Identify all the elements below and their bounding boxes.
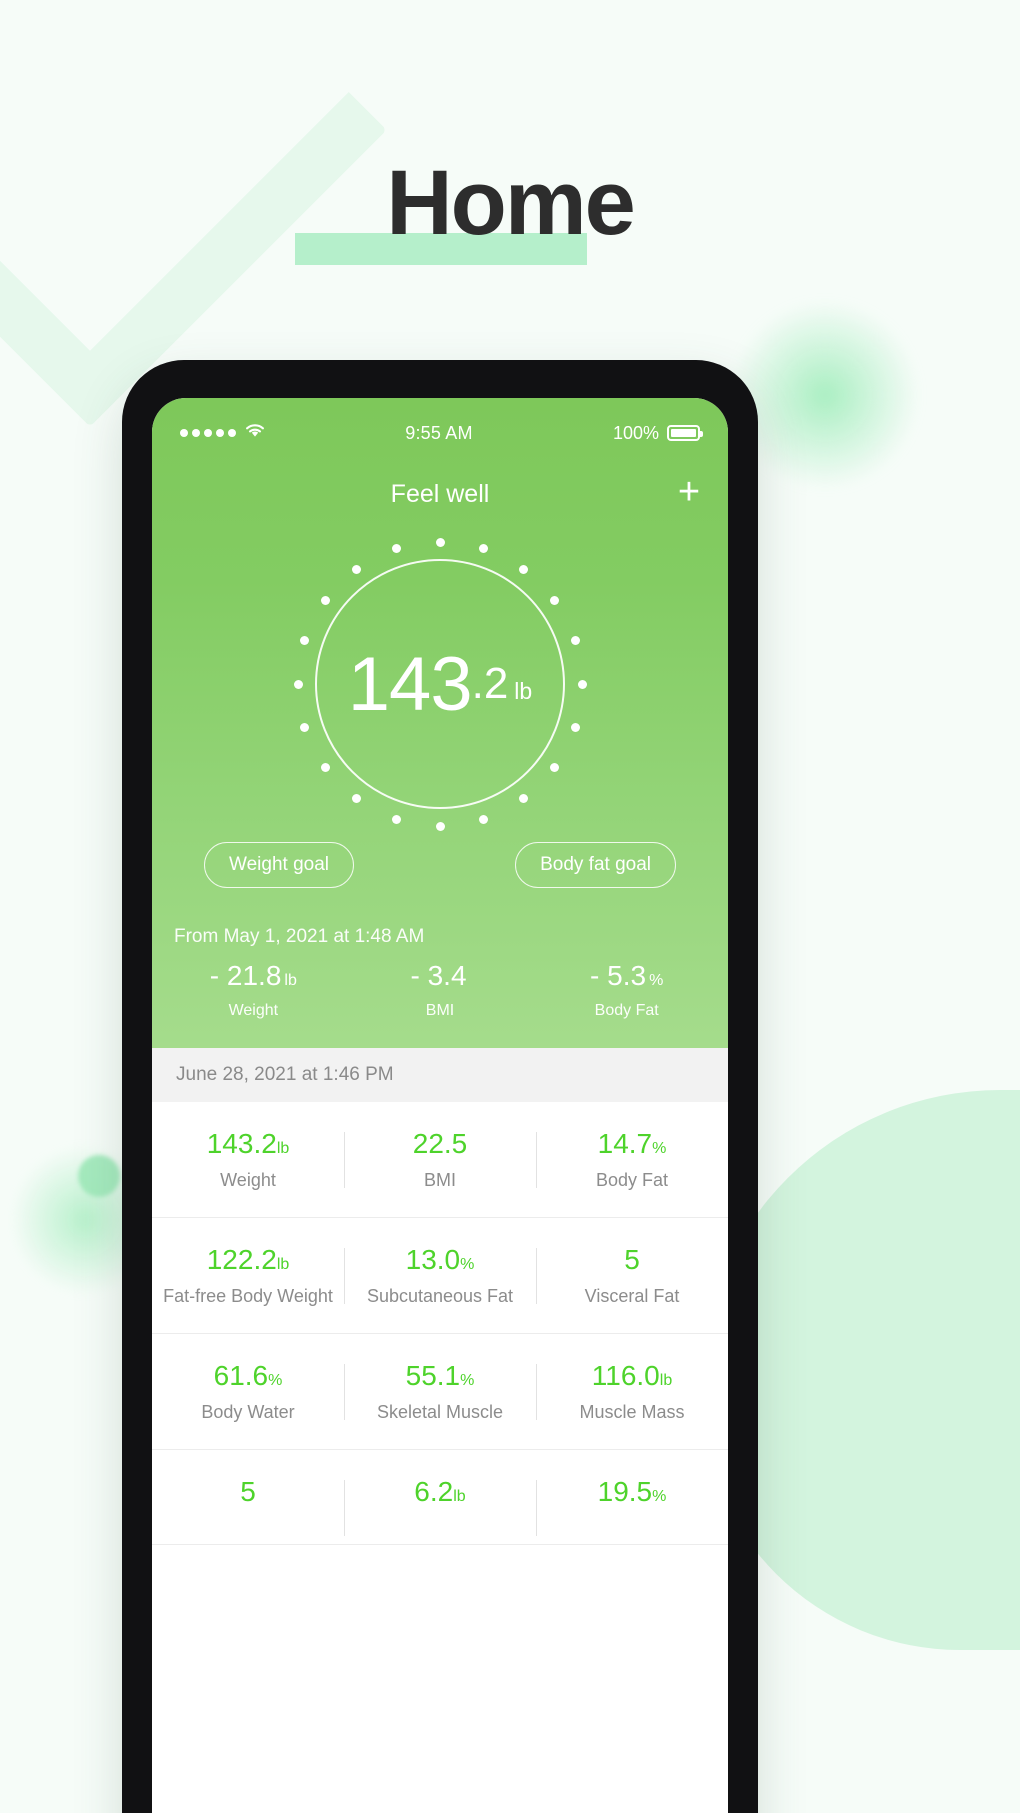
metric-unit: % bbox=[652, 1488, 667, 1505]
battery-full-icon bbox=[667, 425, 703, 441]
metric-unit: % bbox=[460, 1372, 475, 1389]
metric-unit: lb bbox=[276, 1140, 290, 1157]
metric-cell[interactable]: 14.7% Body Fat bbox=[536, 1128, 728, 1191]
metric-value: 5 bbox=[624, 1244, 640, 1275]
phone-frame: 9:55 AM 100% Feel well + 143 .2 lb Weigh… bbox=[122, 360, 758, 1813]
metric-label: Skeletal Muscle bbox=[376, 1402, 504, 1422]
metric-value: 22.5 bbox=[412, 1128, 468, 1159]
metric-cell[interactable]: 5 Visceral Fat bbox=[536, 1244, 728, 1307]
metric-label: Weight bbox=[220, 1170, 276, 1190]
metric-unit: % bbox=[652, 1140, 667, 1157]
delta-value: - 5.3% bbox=[533, 960, 720, 992]
measurement-date: June 28, 2021 at 1:46 PM bbox=[152, 1048, 728, 1102]
metric-cell[interactable]: 116.0lb Muscle Mass bbox=[536, 1360, 728, 1423]
metric-label: BMI bbox=[423, 1170, 456, 1190]
metric-cell[interactable]: 55.1% Skeletal Muscle bbox=[344, 1360, 536, 1423]
wifi-icon bbox=[245, 423, 265, 443]
weight-integer: 143 bbox=[347, 641, 473, 727]
metric-cell[interactable]: 143.2lb Weight bbox=[152, 1128, 344, 1191]
battery-percent-label: 100% bbox=[612, 422, 659, 443]
metric-value: 116.0lb bbox=[591, 1360, 673, 1391]
background-dot-left bbox=[78, 1155, 120, 1197]
weight-dial: 143 .2 lb bbox=[290, 534, 590, 834]
page-root: Home 9:55 AM 100% Feel well + 143 .2 lb … bbox=[0, 0, 1020, 1813]
metric-value: 61.6% bbox=[213, 1360, 283, 1391]
metric-label: Fat-free Body Weight bbox=[163, 1286, 333, 1306]
status-bar-time: 9:55 AM bbox=[405, 422, 473, 443]
weight-decimal: .2 bbox=[471, 659, 509, 708]
metric-value: 14.7% bbox=[597, 1128, 667, 1159]
metric-value: 19.5% bbox=[597, 1476, 667, 1507]
delta-label: Weight bbox=[228, 1002, 279, 1019]
metric-unit: lb bbox=[659, 1372, 673, 1389]
metric-cell[interactable]: 6.2lb bbox=[344, 1476, 536, 1536]
metric-value: 143.2lb bbox=[206, 1128, 290, 1159]
comparison-from-label: From May 1, 2021 at 1:48 AM bbox=[174, 926, 425, 947]
page-headline-wrapper: Home bbox=[0, 152, 1020, 265]
hero-panel: 9:55 AM 100% Feel well + 143 .2 lb Weigh… bbox=[152, 398, 728, 1048]
metric-cell[interactable]: 13.0% Subcutaneous Fat bbox=[344, 1244, 536, 1307]
status-bar: 9:55 AM 100% bbox=[152, 398, 728, 452]
body-fat-goal-button[interactable]: Body fat goal bbox=[515, 842, 676, 888]
metric-unit: lb bbox=[453, 1488, 466, 1505]
delta-label: Body Fat bbox=[594, 1002, 659, 1019]
metric-row: 61.6% Body Water 55.1% Skeletal Muscle 116.0… bbox=[152, 1334, 728, 1450]
metric-row: 5 6.2lb 19.5% bbox=[152, 1450, 728, 1545]
delta-unit: lb bbox=[284, 972, 297, 989]
delta-number: - 21.8 bbox=[209, 960, 282, 991]
metric-cell[interactable]: 19.5% bbox=[536, 1476, 728, 1536]
weight-unit: lb bbox=[514, 677, 533, 704]
hero-title: Feel well bbox=[390, 479, 490, 508]
delta-value: - 21.8 lb bbox=[160, 960, 347, 992]
metric-label: Muscle Mass bbox=[579, 1402, 685, 1422]
metric-label: Subcutaneous Fat bbox=[366, 1286, 514, 1306]
plus-icon[interactable]: + bbox=[672, 473, 706, 511]
comparison-delta-row: - 21.8 lb Weight - 3.4 BMI - 5.3% Body F… bbox=[152, 948, 728, 1042]
delta-cell-body-fat: - 5.3% Body Fat bbox=[533, 960, 720, 1020]
metric-unit: % bbox=[460, 1256, 475, 1273]
status-bar-left bbox=[180, 423, 265, 443]
metric-value: 6.2lb bbox=[414, 1476, 466, 1507]
signal-strength-icon bbox=[180, 429, 236, 437]
metric-cell[interactable]: 61.6% Body Water bbox=[152, 1360, 344, 1423]
hero-title-row: Feel well + bbox=[152, 466, 728, 522]
metric-label: Visceral Fat bbox=[584, 1286, 680, 1306]
delta-number: - 3.4 bbox=[410, 960, 467, 991]
delta-unit: % bbox=[649, 972, 664, 989]
metric-value: 13.0% bbox=[405, 1244, 475, 1275]
metric-label: Body Water bbox=[201, 1402, 295, 1422]
status-bar-right: 100% bbox=[612, 422, 703, 444]
metric-value: 55.1% bbox=[405, 1360, 475, 1391]
metric-value: 122.2lb bbox=[206, 1244, 290, 1275]
metric-cell[interactable]: 122.2lb Fat-free Body Weight bbox=[152, 1244, 344, 1307]
weight-goal-button[interactable]: Weight goal bbox=[204, 842, 354, 888]
page-title: Home bbox=[386, 152, 636, 254]
metric-cell[interactable]: 5 bbox=[152, 1476, 344, 1518]
metric-row: 143.2lb Weight 22.5 BMI 14.7% Body Fat bbox=[152, 1102, 728, 1218]
delta-cell-weight: - 21.8 lb Weight bbox=[160, 960, 347, 1020]
background-blob-top-right bbox=[730, 300, 920, 490]
metric-unit: % bbox=[268, 1372, 283, 1389]
metric-row: 122.2lb Fat-free Body Weight 13.0% Subcutan… bbox=[152, 1218, 728, 1334]
phone-screen: 9:55 AM 100% Feel well + 143 .2 lb Weigh… bbox=[152, 398, 728, 1813]
dial-value: 143 .2 lb bbox=[290, 534, 590, 834]
metric-label: Body Fat bbox=[595, 1170, 669, 1190]
delta-label: BMI bbox=[425, 1002, 455, 1019]
metric-value: 5 bbox=[240, 1476, 256, 1507]
metric-cell[interactable]: 22.5 BMI bbox=[344, 1128, 536, 1191]
delta-number: - 5.3 bbox=[590, 960, 647, 991]
metrics-grid: 143.2lb Weight 22.5 BMI 14.7% Body Fat 122.2lb… bbox=[152, 1102, 728, 1545]
delta-value: - 3.4 bbox=[347, 960, 534, 992]
delta-cell-bmi: - 3.4 BMI bbox=[347, 960, 534, 1020]
goal-buttons: Weight goal Body fat goal bbox=[152, 834, 728, 888]
metric-unit: lb bbox=[276, 1256, 290, 1273]
